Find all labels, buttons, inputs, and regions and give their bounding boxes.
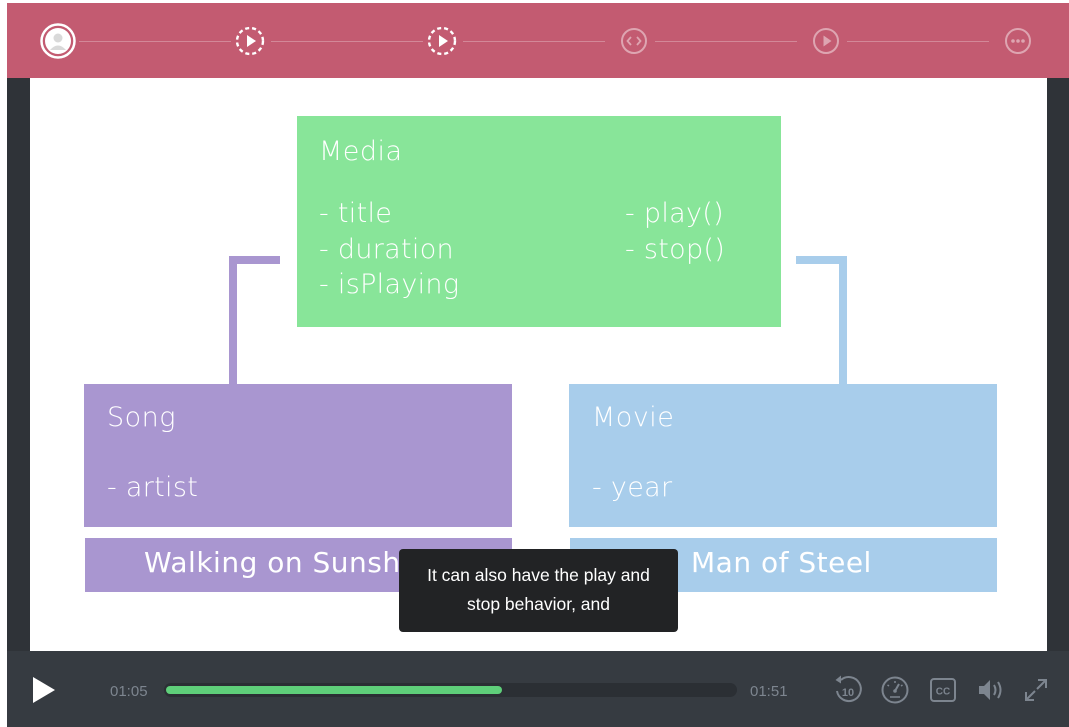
caption-line: stop behavior, and (466, 594, 611, 614)
step-connector (463, 41, 605, 42)
media-method: - play() (625, 198, 724, 229)
subtitle-caption: It can also have the play and stop behav… (399, 549, 678, 632)
step-code-challenge[interactable] (616, 23, 652, 59)
step-connector (271, 41, 423, 42)
media-class-box: Media - title - duration - isPlaying - p… (297, 116, 781, 327)
movie-attribute: - year (592, 472, 673, 503)
movie-class-title: Movie (592, 402, 675, 433)
step-video-2[interactable] (424, 23, 460, 59)
total-duration: 01:51 (750, 683, 788, 700)
step-connector (79, 41, 231, 42)
song-class-title: Song (107, 402, 176, 433)
seek-bar[interactable] (164, 683, 737, 697)
media-method: - stop() (625, 234, 726, 265)
video-player: Media - title - duration - isPlaying - p… (7, 3, 1069, 727)
course-step-bar (7, 3, 1069, 78)
step-connector (655, 41, 797, 42)
step-more[interactable] (1000, 23, 1036, 59)
player-controls: 01:05 01:51 10 CC (7, 651, 1069, 727)
play-button[interactable] (25, 673, 61, 707)
movie-class-box: Movie - year (569, 384, 997, 527)
song-attribute: - artist (107, 472, 199, 503)
media-class-title: Media (319, 136, 403, 167)
step-video-3[interactable] (808, 23, 844, 59)
play-circle-icon (235, 26, 265, 56)
play-icon (33, 677, 55, 703)
song-class-box: Song - artist (84, 384, 512, 527)
playback-speed-button[interactable] (878, 673, 912, 707)
rewind-10-button[interactable]: 10 (831, 673, 865, 707)
movie-example-text: Man of Steel (691, 546, 872, 579)
closed-captions-icon: CC (930, 678, 956, 702)
volume-icon (979, 680, 1002, 700)
closed-captions-button[interactable]: CC (926, 673, 960, 707)
media-attribute: - duration (319, 234, 454, 265)
rewind-10-icon: 10 (835, 675, 862, 703)
media-attribute: - title (319, 198, 393, 229)
media-attribute: - isPlaying (319, 269, 460, 300)
rewind-label: 10 (842, 687, 854, 699)
step-connector (847, 41, 989, 42)
step-video-1[interactable] (232, 23, 268, 59)
fullscreen-icon (1025, 679, 1047, 701)
play-circle-icon (813, 28, 839, 54)
code-icon (621, 28, 647, 54)
cc-label: CC (936, 687, 950, 698)
more-dots-icon (1005, 28, 1031, 54)
fullscreen-button[interactable] (1020, 673, 1052, 707)
play-circle-icon (427, 26, 457, 56)
current-time: 01:05 (110, 683, 148, 700)
volume-button[interactable] (973, 673, 1009, 707)
user-avatar-icon (40, 23, 76, 59)
step-user-avatar[interactable] (40, 23, 76, 59)
caption-line: It can also have the play and (427, 565, 650, 585)
speed-gauge-icon (881, 676, 909, 704)
seek-progress (166, 686, 502, 694)
